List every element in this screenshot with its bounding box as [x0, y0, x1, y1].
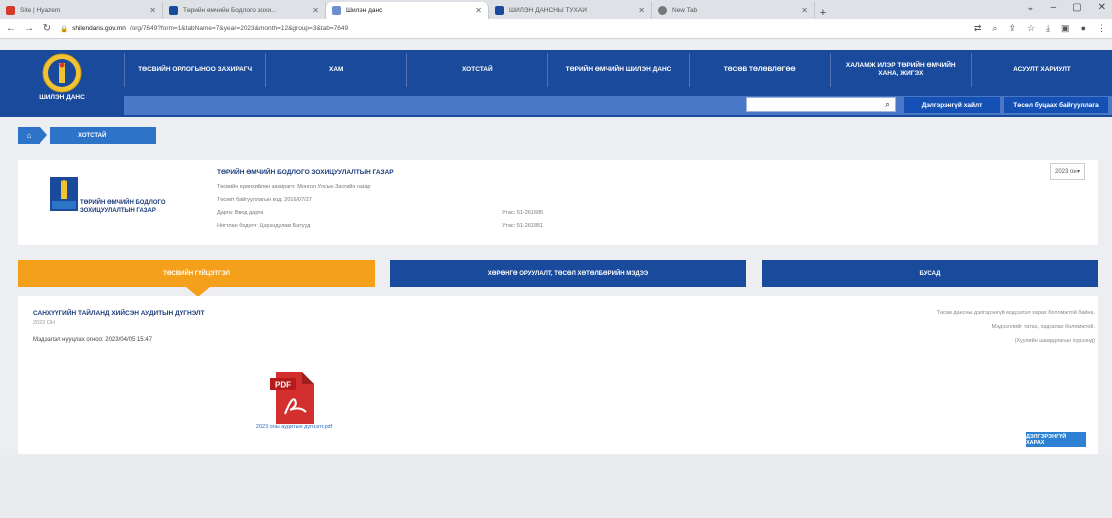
note-text: Төсөв дансны дэлгэрэнгүй мэдээлэл харах …: [936, 310, 1095, 316]
browser-tab[interactable]: Төрийн өмчийн Бодлого зохи... ✕: [163, 2, 326, 19]
chevron-down-icon: ▾: [1076, 169, 1080, 175]
browser-tab[interactable]: Site | Hyazem ✕: [0, 2, 163, 19]
browser-tab[interactable]: New Tab ✕: [652, 2, 815, 19]
breadcrumb-arrow: [40, 127, 47, 143]
forward-icon[interactable]: →: [24, 23, 34, 34]
browser-tab[interactable]: ШИЛЭН ДАНСНЫ ТУХАЙ ✕: [489, 2, 652, 19]
menu-icon[interactable]: ⋮: [1097, 23, 1106, 34]
browser-tab-bar: Site | Hyazem ✕ Төрийн өмчийн Бодлого зо…: [0, 0, 1112, 19]
close-tab-icon[interactable]: ✕: [801, 6, 808, 15]
back-icon[interactable]: ←: [6, 23, 16, 34]
close-window-icon[interactable]: ✕: [1098, 2, 1106, 13]
svg-text:PDF: PDF: [275, 381, 291, 390]
address-bar: ← → ↻ 🔒 shilendans.gov.mn /org/7649?form…: [0, 19, 1112, 39]
nav-item[interactable]: ТӨРИЙН ӨМЧИЙН ШИЛЭН ДАНС: [547, 53, 688, 87]
document-date: Мэдээлэл нууцлах огноо: 2023/04/05 15:47: [33, 337, 152, 343]
note-text: (Хуулийн шаардлагын хүрээнд): [1014, 338, 1095, 344]
document-panel: [18, 296, 1098, 454]
nav-item[interactable]: ТӨСӨВ ТӨЛӨВЛӨГӨӨ: [688, 53, 830, 87]
close-tab-icon[interactable]: ✕: [638, 6, 645, 15]
page-footer-area: [0, 455, 1112, 518]
share-icon[interactable]: ⇪: [1008, 23, 1016, 34]
favicon-icon: [169, 6, 178, 15]
year-select-value: 2023 он: [1055, 168, 1077, 175]
tab-title: New Tab: [672, 7, 698, 14]
favicon-icon: [6, 6, 15, 15]
tab-title: ШИЛЭН ДАНСНЫ ТУХАЙ: [509, 7, 587, 14]
org-info-value: Утас: 51-261851: [502, 223, 544, 229]
favicon-icon: [332, 6, 341, 15]
minimize-icon[interactable]: –: [1051, 2, 1057, 13]
org-info-row: Төсөвт байгууллагын код: 2016/07/27: [217, 197, 312, 203]
bookmark-star-icon[interactable]: ☆: [1027, 23, 1035, 34]
browser-toolbar: ⇄ ⌕ ⇪ ☆ ⤓ ▣ ● ⋮: [974, 23, 1106, 34]
url-field[interactable]: 🔒 shilendans.gov.mn /org/7649?form=1&tab…: [60, 22, 966, 36]
view-details-button[interactable]: ДЭЛГЭРЭНГҮЙ ХАРАХ: [1026, 432, 1086, 447]
download-icon[interactable]: ⤓: [1046, 23, 1050, 34]
org-info-row: Нягтлан бодогч: Цэрэндулам Батууд: [217, 223, 311, 229]
org-title: ТӨРИЙН ӨМЧИЙН БОДЛОГО ЗОХИЦУУЛАЛТЫН ГАЗА…: [217, 169, 394, 176]
translate-icon[interactable]: ⇄: [974, 23, 982, 34]
zoom-icon[interactable]: ⌕: [992, 23, 997, 34]
org-info-row: Дарга: Ввод дарга: [217, 210, 264, 216]
maximize-icon[interactable]: ▢: [1072, 2, 1081, 13]
sidebar-icon[interactable]: ▣: [1061, 23, 1070, 34]
tab-title: Төрийн өмчийн Бодлого зохи...: [183, 7, 277, 14]
advanced-search-button[interactable]: Дэлгэрэнгүй хайлт: [904, 97, 1000, 113]
note-text: Мэдээллийг татах, хадгалах боломжтой.: [991, 324, 1095, 330]
window-controls: ⌄ – ▢ ✕: [1026, 2, 1106, 13]
tab-search-icon[interactable]: ⌄: [1026, 2, 1034, 13]
year-select[interactable]: 2023 он ▾: [1050, 163, 1085, 180]
url-path: /org/7649?form=1&tabName=7&year=2023&mon…: [129, 25, 349, 32]
org-info-card: [18, 160, 1098, 245]
lock-icon: 🔒: [60, 25, 69, 33]
close-tab-icon[interactable]: ✕: [149, 6, 156, 15]
home-icon[interactable]: ⌂: [18, 127, 40, 144]
search-input[interactable]: [746, 97, 896, 112]
tab-budget-performance[interactable]: ТӨСВИЙН ГҮЙЦЭТГЭЛ: [18, 260, 375, 287]
org-info-row: Төсвийн ерөнхийлөн захирагч: Монгол Улсы…: [217, 184, 371, 190]
new-tab-icon[interactable]: +: [815, 7, 831, 19]
favicon-icon: [495, 6, 504, 15]
nav-item[interactable]: АСУУЛТ ХАРИУЛТ: [970, 53, 1112, 87]
tab-title: Site | Hyazem: [20, 7, 61, 14]
main-nav: ТӨСВИЙН ОРЛОГЫНОО ЗАХИРАГЧ ХАМ ХОТСТАЙ Т…: [124, 53, 1112, 87]
nav-item[interactable]: ХАЛАМЖ ИЛЭР ТӨРИЙН ӨМЧИЙН ХАНА, ЖИГЭХ: [829, 53, 971, 87]
pdf-file-link[interactable]: 2023 оны аудитын дүгнэлт.pdf: [254, 424, 334, 430]
document-year: 2023 ОН: [33, 320, 56, 326]
close-tab-icon[interactable]: ✕: [312, 6, 319, 15]
search-icon[interactable]: ⌕: [885, 99, 890, 110]
nav-item[interactable]: ХАМ: [265, 53, 406, 87]
org-info-value: Утас: 51-261695: [502, 210, 544, 216]
nav-item[interactable]: ТӨСВИЙН ОРЛОГЫНОО ЗАХИРАГЧ: [124, 53, 265, 87]
url-domain: shilendans.gov.mn: [72, 25, 126, 32]
tab-investment[interactable]: ХӨРӨНГӨ ОРУУЛАЛТ, ТӨСӨЛ ХӨТӨЛБӨРИЙН МЭДЭ…: [390, 260, 746, 287]
favicon-icon: [658, 6, 667, 15]
site-logo-icon[interactable]: [40, 53, 84, 93]
site-name: ШИЛЭН ДАНС: [39, 94, 85, 101]
tab-other[interactable]: БУСАД: [762, 260, 1098, 287]
profile-icon[interactable]: ●: [1081, 23, 1086, 34]
reload-icon[interactable]: ↻: [42, 23, 52, 34]
org-emblem-icon: [50, 177, 78, 211]
breadcrumb-current[interactable]: ХОТСТАЙ: [50, 127, 156, 144]
browser-tab-active[interactable]: Шилэн данс ✕: [326, 2, 489, 19]
report-org-button[interactable]: Төсөл буцаах байгууллага: [1004, 97, 1108, 113]
close-tab-icon[interactable]: ✕: [475, 6, 482, 15]
document-title[interactable]: САНХҮҮГИЙН ТАЙЛАНД ХИЙСЭН АУДИТЫН ДҮГНЭЛ…: [33, 310, 205, 317]
nav-item[interactable]: ХОТСТАЙ: [406, 53, 547, 87]
pdf-icon[interactable]: PDF: [270, 370, 318, 426]
tab-title: Шилэн данс: [346, 7, 383, 14]
org-name: ТӨРИЙН ӨМЧИЙН БОДЛОГО ЗОХИЦУУЛАЛТЫН ГАЗА…: [80, 200, 166, 214]
